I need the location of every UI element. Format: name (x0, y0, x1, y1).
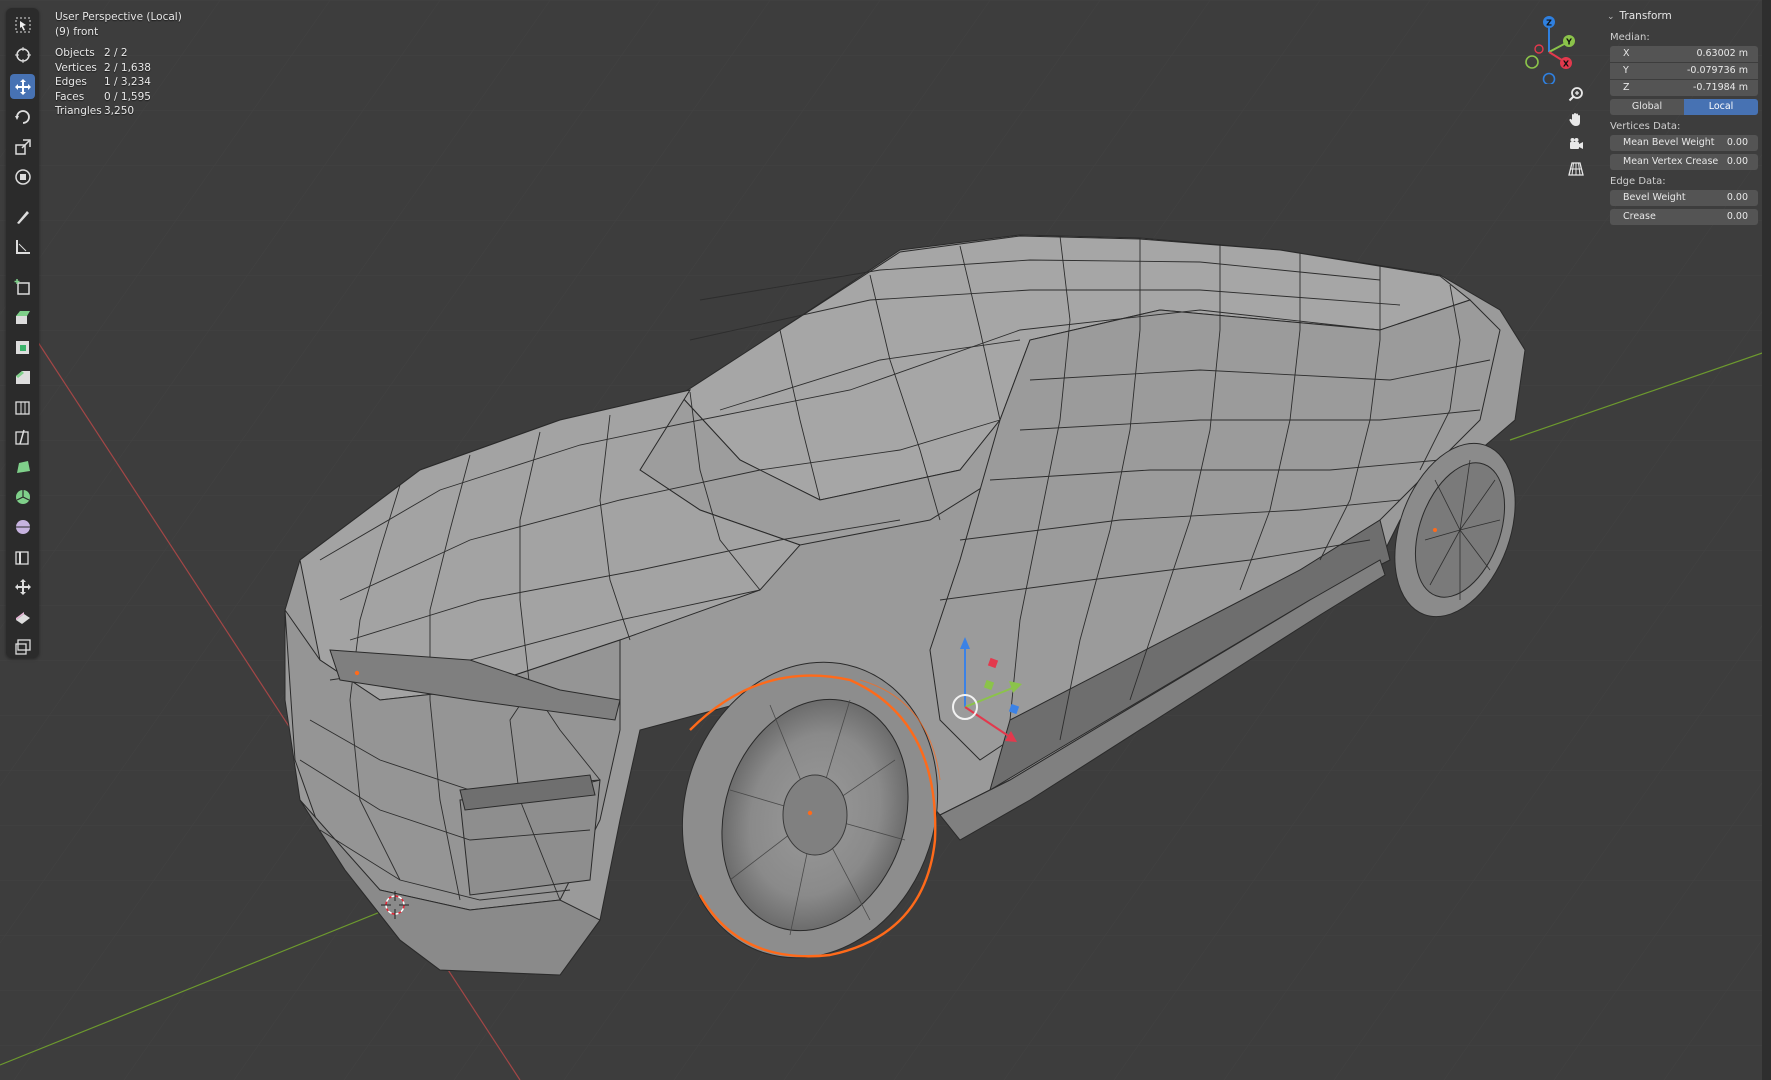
annotate-tool-icon[interactable] (10, 204, 35, 229)
bevel-weight-field[interactable]: Bevel Weight 0.00 (1610, 190, 1758, 206)
zoom-icon[interactable] (1564, 82, 1588, 106)
local-space-button[interactable]: Local (1684, 99, 1758, 115)
gizmo-y-label: Y (1565, 38, 1572, 47)
mean-vertex-crease-field[interactable]: Mean Vertex Crease 0.00 (1610, 154, 1758, 170)
select-box-tool-icon[interactable] (10, 12, 35, 37)
vertices-data-label: Vertices Data: (1610, 121, 1681, 132)
mesh-statistics: Objects 2 / 2 Vertices 2 / 1,638 Edges 1 / … (55, 46, 151, 119)
transform-tool-icon[interactable] (10, 164, 35, 189)
camera-view-icon[interactable] (1564, 132, 1588, 156)
stat-row: Faces 0 / 1,595 (55, 90, 151, 103)
scale-tool-icon[interactable] (10, 134, 35, 159)
transform-panel-header[interactable]: ⌄ Transform (1603, 6, 1758, 26)
edge-data-label: Edge Data: (1610, 176, 1666, 187)
loop-cut-tool-icon[interactable] (10, 394, 35, 419)
median-z-field[interactable]: Z -0.71984 m (1610, 80, 1758, 96)
sidebar-tab-strip[interactable] (1762, 0, 1771, 1080)
sidebar-transform-panel: ⌄ Transform Median: X 0.63002 m Y -0.079736… (1603, 6, 1758, 228)
smooth-tool-icon[interactable] (10, 514, 35, 539)
median-label: Median: (1610, 32, 1650, 43)
edge-slide-tool-icon[interactable] (10, 544, 35, 569)
gizmo-neg-x-axis[interactable] (1534, 44, 1544, 54)
viewport-info-overlay: User Perspective (Local) (9) front Objec… (55, 10, 182, 119)
crease-field[interactable]: Crease 0.00 (1610, 209, 1758, 225)
measure-tool-icon[interactable] (10, 234, 35, 259)
space-toggle: Global Local (1610, 99, 1758, 115)
navigation-gizmo[interactable]: Z Y X (1515, 12, 1583, 84)
gizmo-neg-z-axis[interactable] (1542, 72, 1556, 85)
move-tool-icon[interactable] (10, 74, 35, 99)
rotate-tool-icon[interactable] (10, 104, 35, 129)
inset-faces-tool-icon[interactable] (10, 334, 35, 359)
knife-tool-icon[interactable] (10, 424, 35, 449)
cursor-tool-icon[interactable] (10, 42, 35, 67)
gizmo-neg-y-axis[interactable] (1525, 55, 1539, 69)
median-x-field[interactable]: X 0.63002 m (1610, 46, 1758, 62)
stat-row: Edges 1 / 3,234 (55, 76, 151, 89)
spin-tool-icon[interactable] (10, 484, 35, 509)
gizmo-z-label: Z (1546, 19, 1552, 28)
shear-tool-icon[interactable] (10, 604, 35, 629)
stat-row: Triangles 3,250 (55, 105, 135, 118)
stat-row: Vertices 2 / 1,638 (55, 61, 151, 74)
pan-hand-icon[interactable] (1564, 107, 1588, 131)
gizmo-x-label: X (1563, 60, 1570, 69)
view-name: User Perspective (Local) (55, 11, 182, 23)
extrude-region-tool-icon[interactable] (10, 304, 35, 329)
perspective-toggle-icon[interactable] (1564, 157, 1588, 181)
scene-render[interactable] (0, 0, 1771, 1080)
panel-title: Transform (1619, 10, 1672, 22)
chevron-down-icon: ⌄ (1607, 12, 1615, 22)
3d-viewport[interactable]: User Perspective (Local) (9) front Objec… (0, 0, 1771, 1080)
shrink-fatten-tool-icon[interactable] (10, 574, 35, 599)
stat-row: Objects 2 / 2 (55, 47, 128, 59)
global-space-button[interactable]: Global (1610, 99, 1684, 115)
median-y-field[interactable]: Y -0.079736 m (1610, 63, 1758, 79)
poly-build-tool-icon[interactable] (10, 454, 35, 479)
add-cube-tool-icon[interactable] (10, 274, 35, 299)
mean-bevel-weight-field[interactable]: Mean Bevel Weight 0.00 (1610, 135, 1758, 151)
bevel-tool-icon[interactable] (10, 364, 35, 389)
tool-shelf (6, 8, 39, 658)
active-object-name: (9) front (55, 26, 99, 38)
rip-region-tool-icon[interactable] (10, 634, 35, 659)
